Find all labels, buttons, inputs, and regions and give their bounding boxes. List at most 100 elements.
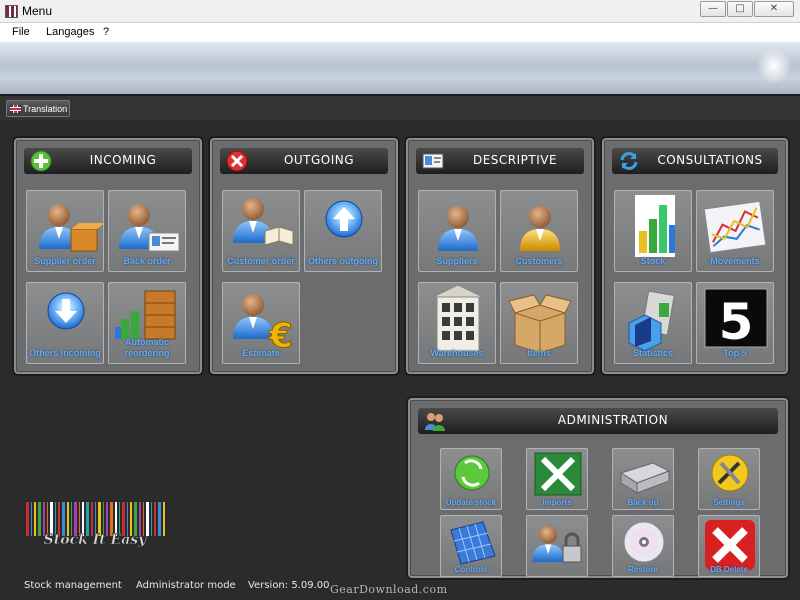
window-titlebar: Menu — □ ✕: [0, 0, 800, 23]
barcode-stripe: [158, 502, 161, 536]
panel-administration-title: ADMINISTRATION: [557, 413, 669, 427]
tile-label: Settings: [713, 498, 745, 507]
tile-label: Items: [527, 348, 551, 358]
panel-descriptive-title: DESCRIPTIVE: [472, 153, 558, 167]
barcode-stripe: [86, 502, 89, 536]
panel-outgoing-title: OUTGOING: [283, 153, 355, 167]
svg-text:5: 5: [719, 293, 754, 351]
barcode-stripe: [50, 502, 53, 536]
tile-customer-order[interactable]: Customer order: [222, 190, 300, 272]
tile-imports[interactable]: Imports: [526, 448, 588, 510]
tile-others-outgoing[interactable]: Others outgoing: [304, 190, 382, 272]
panel-outgoing: OUTGOING Customer order Others outgoing …: [210, 138, 398, 374]
tile-settings[interactable]: Settings: [698, 448, 760, 510]
tile-top5[interactable]: 5 Top 5: [696, 282, 774, 364]
tile-label: Back up: [627, 498, 659, 507]
panel-outgoing-header: OUTGOING: [220, 148, 388, 174]
tile-back-order[interactable]: Back order: [108, 190, 186, 272]
tile-statistics[interactable]: Statistics: [614, 282, 692, 364]
tile-back-up[interactable]: Back up: [612, 448, 674, 510]
tile-movements[interactable]: Movements: [696, 190, 774, 272]
close-button[interactable]: ✕: [754, 1, 794, 17]
barcode-logo-icon: Stock It Easy: [26, 502, 165, 548]
panel-consultations-title: CONSULTATIONS: [657, 153, 763, 167]
barcode-stripe: [119, 502, 120, 536]
tile-label: Others outgoing: [308, 256, 378, 266]
barcode-stripe: [55, 502, 56, 536]
tile-controls[interactable]: Controls: [440, 515, 502, 577]
banner-glow: [756, 48, 792, 84]
barcode-stripe: [47, 502, 48, 536]
translation-button[interactable]: Translation: [6, 100, 70, 117]
tile-customers[interactable]: Customers: [500, 190, 578, 272]
maximize-button[interactable]: □: [727, 1, 753, 17]
barcode-stripe: [163, 502, 165, 536]
panel-administration: ADMINISTRATION Update stock Imports Back…: [408, 398, 788, 578]
panel-descriptive: DESCRIPTIVE Suppliers Customers Warehous…: [406, 138, 594, 374]
barcode-stripe: [71, 502, 72, 536]
tile-update-stock[interactable]: Update stock: [440, 448, 502, 510]
tile-label: Customers: [515, 256, 563, 266]
admin-people-icon: [425, 413, 445, 431]
barcode-stripe: [122, 502, 125, 536]
panel-consultations-header: CONSULTATIONS: [612, 148, 778, 174]
tile-label: Stock: [640, 256, 666, 266]
barcode-stripe: [106, 502, 108, 536]
stock-it-easy-logo: Stock It Easy: [22, 500, 168, 550]
tile-items[interactable]: Items: [500, 282, 578, 364]
plus-circle-icon: [30, 150, 52, 172]
menu-langages[interactable]: Langages: [46, 26, 94, 38]
panel-administration-header: ADMINISTRATION: [418, 408, 778, 434]
tile-supplier-order[interactable]: Supplier order: [26, 190, 104, 272]
barcode-stripe: [74, 502, 77, 536]
x-circle-icon: [226, 150, 248, 172]
barcode-stripe: [154, 502, 156, 536]
app-icon: [5, 5, 18, 18]
tile-label: Controls: [454, 565, 488, 574]
tile-stock[interactable]: Stock: [614, 190, 692, 272]
tile-label: Update stock: [445, 498, 497, 507]
panel-incoming: INCOMING Supplier order Back order Other…: [14, 138, 202, 374]
barcode-stripe: [103, 502, 104, 536]
barcode-stripe: [130, 502, 132, 536]
logo-text: Stock It Easy: [44, 532, 148, 548]
tile-others-incoming[interactable]: Others incoming: [26, 282, 104, 364]
barcode-stripe: [151, 502, 152, 536]
barcode-stripe: [127, 502, 128, 536]
barcode-stripe: [26, 502, 29, 536]
user-lock-icon: [532, 526, 582, 563]
tile-db-delete[interactable]: DB Delete: [698, 515, 760, 577]
barcode-stripe: [62, 502, 65, 536]
barcode-stripe: [43, 502, 45, 536]
tile-label: Supplier order: [34, 256, 96, 266]
status-mode: Administrator mode: [136, 580, 236, 591]
barcode-stripe: [95, 502, 96, 536]
barcode-stripe: [91, 502, 93, 536]
watermark: GearDownload.com: [330, 583, 448, 596]
tile-warehouses[interactable]: Warehouses: [418, 282, 496, 364]
tile-restore[interactable]: Restore: [612, 515, 674, 577]
menu-file[interactable]: File: [12, 26, 30, 38]
tile-estimate[interactable]: € Estimate: [222, 282, 300, 364]
tile-label: DB Delete: [710, 565, 748, 574]
barcode-stripe: [79, 502, 80, 536]
tile-user-lock[interactable]: [526, 515, 588, 577]
barcode-stripe: [34, 502, 36, 536]
minimize-button[interactable]: —: [700, 1, 726, 17]
tile-label: Back order: [123, 256, 171, 266]
refresh-arrows-icon: [620, 152, 638, 170]
panel-consultations: CONSULTATIONS Stock Movements Statistics: [602, 138, 788, 374]
barcode-stripe: [98, 502, 101, 536]
barcode-stripe: [38, 502, 41, 536]
id-card-icon: [422, 153, 444, 169]
translation-label: Translation: [23, 103, 68, 114]
tile-automatic-reordering[interactable]: Automatic reordering: [108, 282, 186, 364]
barcode-stripe: [110, 502, 113, 536]
barcode-stripe: [115, 502, 117, 536]
panel-incoming-header: INCOMING: [24, 148, 192, 174]
menu-help[interactable]: ?: [103, 26, 109, 38]
tile-label: Others incoming: [29, 348, 101, 358]
barcode-stripe: [82, 502, 84, 536]
tile-label: Movements: [710, 256, 760, 266]
tile-suppliers[interactable]: Suppliers: [418, 190, 496, 272]
